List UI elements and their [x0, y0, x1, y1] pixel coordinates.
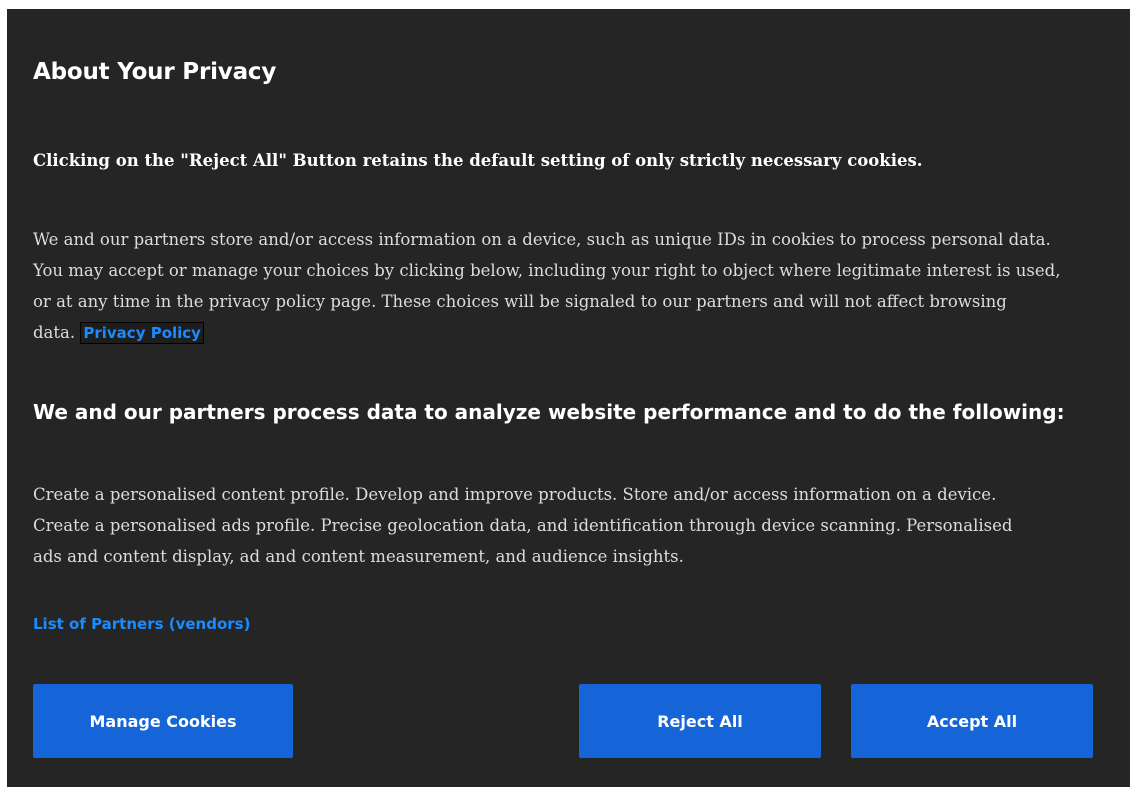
accept-all-button[interactable]: Accept All	[851, 684, 1093, 758]
dialog-title: About Your Privacy	[33, 59, 277, 85]
purposes-heading: We and our partners process data to anal…	[33, 400, 1065, 424]
manage-cookies-button[interactable]: Manage Cookies	[33, 684, 293, 758]
vendors-list-link[interactable]: List of Partners (vendors)	[33, 615, 250, 633]
reject-all-note: Clicking on the "Reject All" Button reta…	[33, 151, 923, 170]
reject-all-button[interactable]: Reject All	[579, 684, 821, 758]
purposes-text: Create a personalised content profile. D…	[33, 485, 1013, 566]
privacy-dialog: About Your Privacy Clicking on the "Reje…	[7, 9, 1130, 787]
privacy-description: We and our partners store and/or access …	[33, 224, 1073, 349]
privacy-policy-link[interactable]: Privacy Policy	[80, 322, 204, 344]
